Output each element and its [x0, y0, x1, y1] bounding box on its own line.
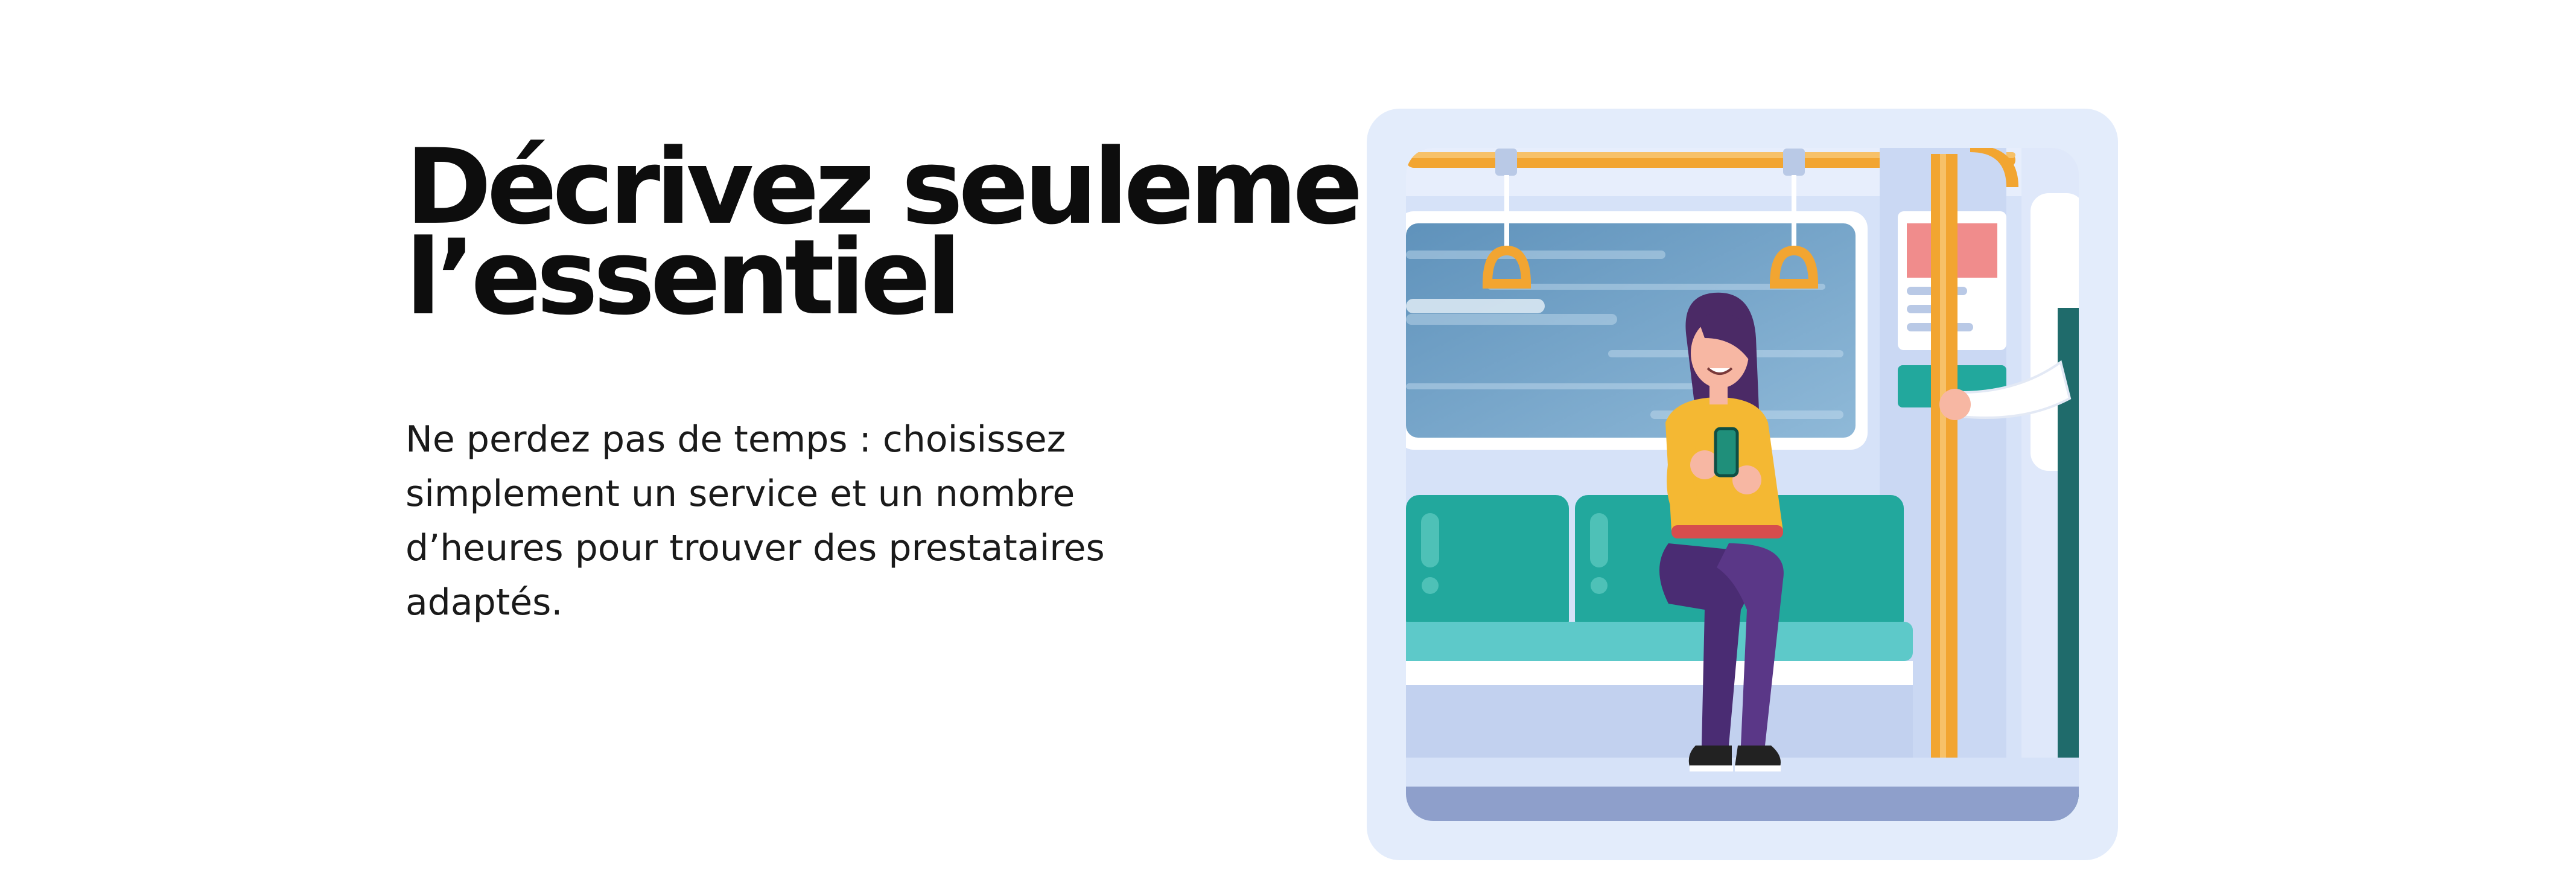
section-description: Ne perdez pas de temps : choisissez simp… — [405, 418, 1105, 624]
feature-text: Décrivez seulement l’essentiel Ne perdez… — [405, 135, 1477, 630]
phone-icon — [1714, 427, 1739, 477]
section-heading: Décrivez seulement l’essentiel — [405, 135, 1477, 330]
train-floor — [1406, 785, 2079, 821]
seat-cushion — [1406, 622, 1913, 661]
subway-passenger-illustration — [1367, 109, 2118, 860]
illustration-svg — [1367, 109, 2118, 860]
